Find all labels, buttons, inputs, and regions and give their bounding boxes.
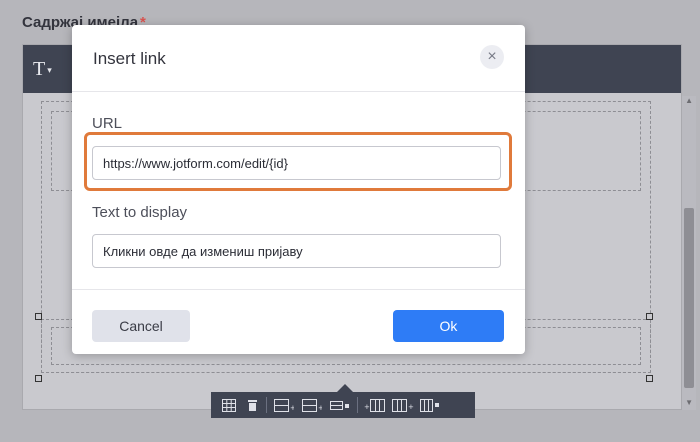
delete-column-icon[interactable] [417, 392, 445, 418]
toolbar-divider [266, 397, 267, 413]
resize-handle[interactable] [35, 313, 42, 320]
font-format-button[interactable]: T ▾ [29, 55, 69, 83]
svg-text:+: + [318, 404, 322, 412]
text-to-display-label: Text to display [92, 204, 188, 221]
url-label: URL [92, 115, 123, 132]
insert-row-before-icon[interactable]: + [270, 392, 298, 418]
text-to-display-input[interactable] [92, 234, 501, 268]
chevron-down-icon: ▾ [47, 65, 52, 76]
ok-button[interactable]: Ok [393, 310, 504, 342]
table-toolbar: + + + + [211, 384, 475, 418]
editor-scrollbar-thumb[interactable] [684, 208, 694, 388]
delete-table-icon[interactable] [241, 392, 263, 418]
svg-text:+: + [408, 403, 414, 411]
footer-divider [72, 289, 525, 290]
insert-column-after-icon[interactable]: + [389, 392, 417, 418]
insert-column-before-icon[interactable]: + [361, 392, 389, 418]
svg-text:+: + [364, 403, 370, 411]
cancel-button[interactable]: Cancel [92, 310, 190, 342]
insert-link-dialog: Insert link × URL Text to display Cancel… [72, 25, 525, 354]
dialog-title: Insert link [93, 49, 166, 68]
close-icon[interactable]: × [480, 45, 504, 69]
resize-handle[interactable] [646, 375, 653, 382]
toolbar-divider [357, 397, 358, 413]
header-divider [72, 91, 525, 92]
delete-row-icon[interactable] [326, 392, 354, 418]
resize-handle[interactable] [646, 313, 653, 320]
insert-row-after-icon[interactable]: + [298, 392, 326, 418]
svg-text:+: + [290, 404, 294, 412]
scroll-up-icon[interactable]: ▲ [685, 96, 693, 105]
font-format-label: T [33, 58, 46, 80]
url-input[interactable] [92, 146, 501, 180]
resize-handle[interactable] [35, 375, 42, 382]
scroll-down-icon[interactable]: ▼ [685, 398, 693, 407]
table-properties-icon[interactable] [217, 392, 241, 418]
